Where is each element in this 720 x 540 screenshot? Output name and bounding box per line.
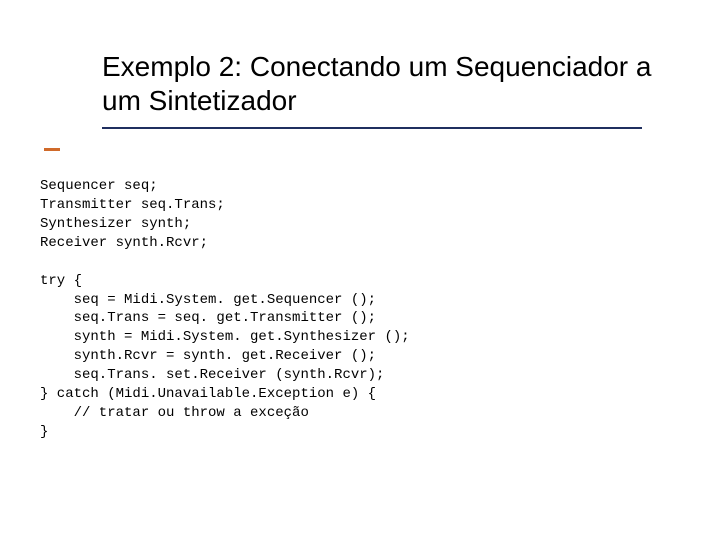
- code-block: Sequencer seq; Transmitter seq.Trans; Sy…: [40, 177, 680, 441]
- code-line: synth.Rcvr = synth. get.Receiver ();: [40, 348, 376, 364]
- code-line: Synthesizer synth;: [40, 216, 191, 232]
- code-line: Receiver synth.Rcvr;: [40, 235, 208, 251]
- title-underline: [102, 127, 642, 129]
- slide: Exemplo 2: Conectando um Sequenciador a …: [0, 0, 720, 540]
- code-line: synth = Midi.System. get.Synthesizer ();: [40, 329, 410, 345]
- slide-title: Exemplo 2: Conectando um Sequenciador a …: [102, 50, 670, 117]
- code-line: seq.Trans = seq. get.Transmitter ();: [40, 310, 376, 326]
- code-line: } catch (Midi.Unavailable.Exception e) {: [40, 386, 376, 402]
- title-block: Exemplo 2: Conectando um Sequenciador a …: [102, 50, 670, 129]
- code-line: seq = Midi.System. get.Sequencer ();: [40, 292, 376, 308]
- code-line: Transmitter seq.Trans;: [40, 197, 225, 213]
- code-line: // tratar ou throw a exceção: [40, 405, 309, 421]
- code-line: try {: [40, 273, 82, 289]
- accent-bar: [44, 148, 60, 151]
- code-line: }: [40, 424, 48, 440]
- code-line: Sequencer seq;: [40, 178, 158, 194]
- code-line: seq.Trans. set.Receiver (synth.Rcvr);: [40, 367, 384, 383]
